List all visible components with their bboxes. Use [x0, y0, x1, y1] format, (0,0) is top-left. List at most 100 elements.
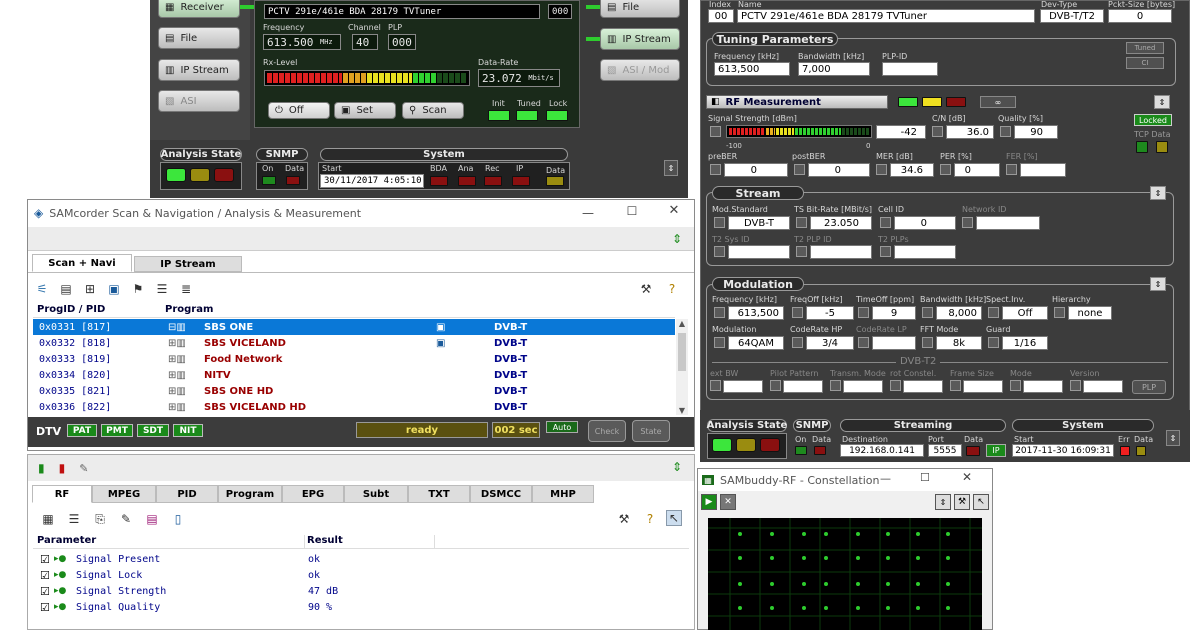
param-row[interactable]: ☑ ▸● Signal Present ok — [40, 551, 640, 567]
constellation-maximize[interactable]: ☐ — [920, 471, 930, 484]
export-icon[interactable]: ⎘ — [92, 511, 108, 527]
cn-check[interactable] — [932, 126, 943, 137]
close-button[interactable]: ✕ — [664, 203, 684, 219]
scroll-up-icon[interactable]: ▲ — [676, 319, 688, 331]
networkid-check[interactable] — [962, 217, 973, 228]
stream-collapse-button[interactable]: ⇕ — [1150, 186, 1166, 200]
m-freq-check[interactable] — [714, 307, 725, 318]
mer-check[interactable] — [876, 164, 887, 175]
modulation-collapse-button[interactable]: ⇕ — [1150, 277, 1166, 291]
tab-dsmcc[interactable]: DSMCC — [470, 485, 532, 503]
tab-mpeg[interactable]: MPEG — [92, 485, 156, 503]
per-check[interactable] — [940, 164, 951, 175]
grid-icon[interactable]: ▦ — [40, 511, 56, 527]
outline-icon[interactable]: ≣ — [178, 281, 194, 297]
spectinv-check[interactable] — [988, 307, 999, 318]
help-icon[interactable]: ? — [664, 281, 680, 297]
table-row[interactable]: 0x0336 [822] ⊞▥ SBS VICELAND HD DVB-T — [33, 399, 675, 415]
table-row[interactable]: 0x0333 [819] ⊞▥ Food Network DVB-T — [33, 351, 675, 367]
pmt-badge[interactable]: PMT — [101, 424, 133, 437]
table-row[interactable]: 0x0331 [817] ⊟▥ SBS ONE ▣ DVB-T — [33, 319, 675, 335]
scroll-down-icon[interactable]: ▼ — [676, 406, 688, 415]
fftmode-check[interactable] — [922, 337, 933, 348]
tab-mhp[interactable]: MHP — [532, 485, 594, 503]
scan-button[interactable]: ⚲ Scan — [402, 102, 464, 119]
play-button[interactable]: ▶ — [701, 494, 717, 510]
analysis-collapse-icon[interactable]: ⇕ — [672, 460, 682, 474]
param-row[interactable]: ☑ ▸● Signal Lock ok — [40, 567, 640, 583]
document-icon[interactable]: ▯ — [170, 511, 186, 527]
c-toggle-button[interactable]: ⇕ — [935, 494, 951, 510]
edit-icon[interactable]: ✎ — [118, 511, 134, 527]
tuned-button[interactable]: Tuned — [1126, 42, 1164, 54]
freqoff-check[interactable] — [792, 307, 803, 318]
tree-icon[interactable]: ⊞ — [82, 281, 98, 297]
auto-badge[interactable]: Auto — [546, 421, 578, 433]
report-icon[interactable]: ▤ — [144, 511, 160, 527]
t2plpid-check[interactable] — [796, 246, 807, 257]
cellid-check[interactable] — [880, 217, 891, 228]
modstd-check[interactable] — [714, 217, 725, 228]
link-button[interactable]: ∞ — [980, 96, 1016, 108]
coderatehp-check[interactable] — [792, 337, 803, 348]
mid-ipstream-button[interactable]: ▥ IP Stream — [600, 28, 680, 50]
constellation-close[interactable]: ✕ — [962, 470, 972, 484]
quality-check[interactable] — [1000, 126, 1011, 137]
plp-button[interactable]: PLP — [1132, 380, 1166, 394]
param-row[interactable]: ☑ ▸● Signal Strength 47 dB — [40, 583, 640, 599]
tab-epg[interactable]: EPG — [282, 485, 344, 503]
list-icon[interactable]: ☰ — [66, 511, 82, 527]
sdt-badge[interactable]: SDT — [137, 424, 169, 437]
tab-txt[interactable]: TXT — [408, 485, 470, 503]
param-row[interactable]: ☑ ▸● Signal Quality 90 % — [40, 599, 640, 615]
rf-collapse-button[interactable]: ⇕ — [1154, 95, 1170, 109]
signal-strength-check[interactable] — [710, 126, 721, 137]
t2sysid-check[interactable] — [714, 246, 725, 257]
maximize-button[interactable]: ☐ — [622, 204, 642, 220]
modulation-check[interactable] — [714, 337, 725, 348]
table-scrollbar[interactable]: ▲ ▼ — [676, 319, 688, 415]
tab-pid[interactable]: PID — [156, 485, 218, 503]
checkbox-icon[interactable]: ☑ — [40, 585, 54, 598]
postber-check[interactable] — [794, 164, 805, 175]
fer-check[interactable] — [1006, 164, 1017, 175]
r-scroll-toggle[interactable]: ⇕ — [1166, 430, 1180, 446]
tools-icon[interactable]: ⚒ — [616, 511, 632, 527]
record-icon[interactable]: ⚑ — [130, 281, 146, 297]
stop-button[interactable]: ✕ — [720, 494, 736, 510]
help-icon[interactable]: ? — [642, 511, 658, 527]
mid-asi-button[interactable]: ▧ ASI / Mod — [600, 59, 680, 81]
coderatelp-check[interactable] — [858, 337, 869, 348]
tools-icon[interactable]: ⚒ — [638, 281, 654, 297]
view-icon[interactable]: ▤ — [58, 281, 74, 297]
traffic-red-icon[interactable]: ▮ — [59, 461, 66, 475]
collapse-icon[interactable]: ⇕ — [672, 232, 682, 246]
mid-file-button[interactable]: ▤ File — [600, 0, 680, 18]
tab-subt[interactable]: Subt — [344, 485, 408, 503]
preber-check[interactable] — [710, 164, 721, 175]
tab-rf[interactable]: RF — [32, 485, 92, 503]
scroll-toggle-button[interactable]: ⇕ — [664, 160, 678, 176]
list-icon[interactable]: ☰ — [154, 281, 170, 297]
table-row[interactable]: 0x0334 [820] ⊞▥ NITV DVB-T — [33, 367, 675, 383]
constellation-minimize[interactable]: — — [880, 472, 891, 485]
table-row[interactable]: 0x0332 [818] ⊞▥ SBS VICELAND ▣ DVB-T — [33, 335, 675, 351]
checkbox-icon[interactable]: ☑ — [40, 569, 54, 582]
hierarchy-check[interactable] — [1054, 307, 1065, 318]
pointer-icon[interactable]: ↖ — [666, 510, 682, 526]
tab-ip-stream[interactable]: IP Stream — [134, 256, 242, 272]
guard-check[interactable] — [988, 337, 999, 348]
scroll-thumb[interactable] — [678, 333, 686, 371]
ci-button[interactable]: CI — [1126, 57, 1164, 69]
checkbox-icon[interactable]: ☑ — [40, 601, 54, 614]
m-bw-check[interactable] — [922, 307, 933, 318]
tab-program[interactable]: Program — [218, 485, 282, 503]
state-button[interactable]: State — [632, 420, 670, 442]
off-button[interactable]: ⏻ Off — [268, 102, 330, 119]
pat-badge[interactable]: PAT — [67, 424, 97, 437]
c-pointer-button[interactable]: ↖ — [973, 494, 989, 510]
tsbitrate-check[interactable] — [796, 217, 807, 228]
t2plps-check[interactable] — [880, 246, 891, 257]
check-button[interactable]: Check — [588, 420, 626, 442]
ip-stream-button[interactable]: ▥ IP Stream — [158, 59, 240, 81]
